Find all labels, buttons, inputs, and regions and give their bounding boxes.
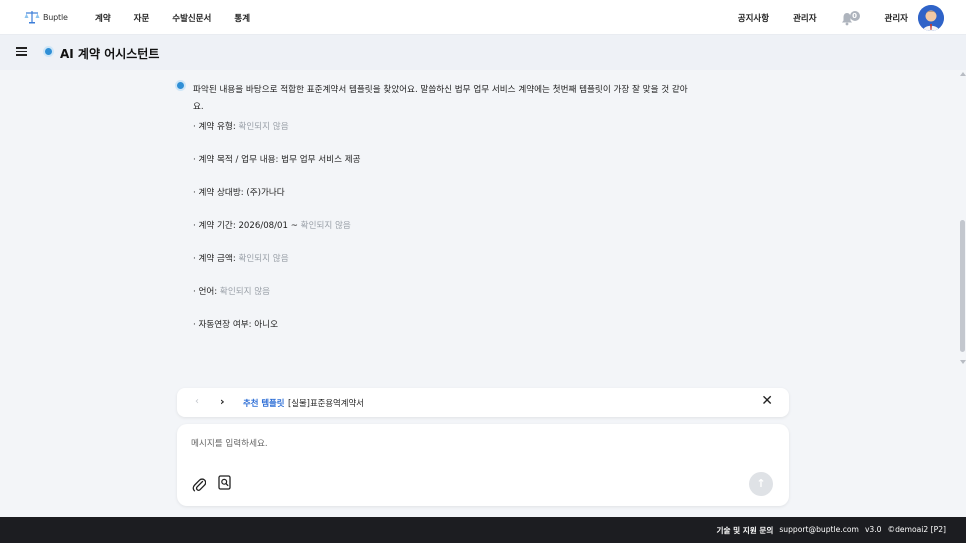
support-email-link[interactable]: support@buptle.com: [779, 525, 859, 536]
brand-logo[interactable]: Buptle: [24, 10, 68, 24]
hamburger-icon[interactable]: [16, 47, 27, 56]
list-item: · 계약 기간: 2026/08/01 ~ 확인되지 않음: [193, 221, 351, 231]
main-menu: 계약 자문 수발신문서 통계: [95, 12, 273, 24]
previous-template-button[interactable]: ‹: [195, 396, 199, 407]
assistant-avatar-icon: [175, 80, 186, 91]
contract-summary-list: · 계약 유형: 확인되지 않음 · 계약 목적 / 업무 내용: 법무 업무 …: [193, 120, 593, 351]
notification-button[interactable]: 0: [841, 10, 861, 26]
list-item: · 계약 금액: 확인되지 않음: [193, 254, 289, 264]
scrollbar-thumb[interactable]: [960, 220, 965, 352]
page-title: AI 계약 어시스턴트: [60, 47, 160, 61]
message-input[interactable]: [191, 436, 751, 452]
menu-item-advice[interactable]: 자문: [134, 12, 150, 24]
list-item: · 계약 유형: 확인되지 않음: [193, 122, 289, 132]
next-template-button[interactable]: ›: [220, 395, 225, 408]
recommended-template-bar: ‹ › 추천 템플릿 [실물]표준용역계약서 ✕: [177, 388, 789, 417]
admin-link[interactable]: 관리자: [793, 12, 816, 24]
footer: 기술 및 지원 문의 support@buptle.com v3.0 ©demo…: [0, 517, 966, 543]
scales-logo-icon: [24, 10, 40, 24]
list-item: · 계약 목적 / 업무 내용: 법무 업무 서비스 제공: [193, 155, 361, 165]
assistant-dot-icon: [43, 46, 54, 57]
notice-link[interactable]: 공지사항: [738, 12, 769, 24]
arrow-up-icon: ↑: [756, 477, 766, 490]
top-navigation: Buptle 계약 자문 수발신문서 통계 공지사항 관리자 0 관리자: [0, 0, 966, 35]
template-name-link[interactable]: [실물]표준용역계약서: [288, 397, 364, 409]
close-icon[interactable]: ✕: [761, 393, 773, 409]
support-label: 기술 및 지원 문의: [716, 526, 774, 535]
list-item: · 자동연장 여부: 아니오: [193, 320, 278, 330]
version-label: v3.0: [864, 525, 882, 534]
right-navigation: 공지사항 관리자 0 관리자: [714, 5, 944, 31]
brand-name: Buptle: [43, 12, 68, 22]
message-composer: ↑: [177, 424, 789, 506]
send-button[interactable]: ↑: [749, 472, 773, 496]
assistant-message: 파악된 내용을 바탕으로 적합한 표준계약서 템플릿을 찾았어요. 말씀하신 법…: [193, 85, 688, 112]
avatar[interactable]: [918, 5, 944, 31]
copyright-label: ©demoai2 [P2]: [887, 525, 946, 534]
scroll-down-icon[interactable]: [960, 360, 966, 364]
user-name[interactable]: 관리자: [885, 12, 908, 24]
menu-item-statistics[interactable]: 통계: [234, 12, 250, 24]
scroll-up-icon[interactable]: [960, 72, 966, 76]
recommended-template-tag: 추천 템플릿: [243, 398, 285, 408]
list-item: · 계약 상대방: (주)가나다: [193, 188, 285, 198]
list-item: · 언어: 확인되지 않음: [193, 287, 271, 297]
notification-count-badge: 0: [849, 11, 860, 21]
menu-item-contract[interactable]: 계약: [95, 12, 111, 24]
paperclip-icon[interactable]: [192, 476, 207, 492]
menu-item-documents[interactable]: 수발신문서: [172, 12, 211, 24]
page-header: AI 계약 어시스턴트: [0, 35, 966, 70]
document-search-icon[interactable]: [218, 475, 231, 490]
